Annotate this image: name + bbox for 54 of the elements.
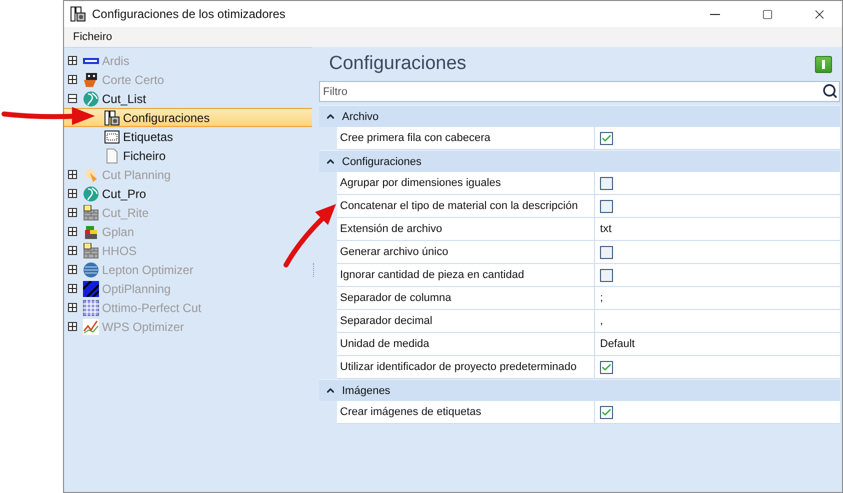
group-title: Archivo [342,110,379,122]
group-title: Configuraciones [342,156,422,168]
checkbox[interactable] [600,268,613,282]
globe-icon [83,186,99,202]
property-label: Separador de columna [337,287,595,309]
checkbox[interactable] [600,360,613,374]
checkbox[interactable] [600,246,613,258]
checkbox[interactable] [600,200,613,212]
checkbox[interactable] [600,132,613,144]
panel-title: Configuraciones [329,53,466,75]
tree-item[interactable]: Etiquetas [64,127,312,146]
tree-item[interactable]: Configuraciones [64,108,312,127]
chart-icon [83,318,99,334]
brick-wall-icon [83,204,99,220]
collapse-icon[interactable] [68,94,77,103]
menu-item[interactable]: Ficheiro [70,31,116,43]
arrow-drawing [284,204,336,268]
property-label: Utilizar identificador de proyecto predeterminado [337,356,595,378]
grid-icon [83,300,99,316]
maximize-icon [762,8,772,20]
globe-icon [83,90,99,106]
property-label: Crear imágenes de etiquetas [337,401,595,423]
settings-icon [104,110,120,126]
striped-square-icon [83,280,99,296]
property-value[interactable]: Default [600,338,635,350]
expand-icon[interactable] [68,189,77,198]
property-label: Cree primera fila con cabecera [337,127,595,149]
brick-wall-icon [83,242,99,258]
tree-item[interactable]: Cut_Pro [64,184,312,203]
file-icon [104,148,120,164]
sphere-icon [83,262,99,278]
property-label: Unidad de medida [337,333,595,355]
property-label: Extensión de archivo [337,218,595,240]
filter-field[interactable]: Filtro [319,81,840,102]
property-label: Agrupar por dimensiones iguales [337,172,595,194]
settings-icon [70,6,86,22]
property-value[interactable]: ; [600,292,604,304]
label-sheet-icon [104,128,120,144]
property-label: Concatenar el tipo de material con la descripción [337,195,595,217]
blocks-icon [83,224,99,240]
tree-item[interactable]: Cut_List [64,89,312,108]
property-value[interactable]: , [600,315,604,327]
tree-item[interactable]: Ficheiro [64,146,312,165]
property-value[interactable]: txt [600,223,612,235]
property-label: Generar archivo único [337,241,595,263]
info-button[interactable] [815,56,832,72]
robot-icon [83,72,99,88]
checkbox[interactable] [600,176,613,190]
property-label: Ignorar cantidad de pieza en cantidad [337,264,595,286]
group-title: Imágenes [342,384,390,396]
search-icon[interactable] [822,83,838,99]
property-label: Separador decimal [337,310,595,332]
window-title: Configuraciones de los otimizadores [92,7,286,21]
checkbox[interactable] [600,406,613,418]
